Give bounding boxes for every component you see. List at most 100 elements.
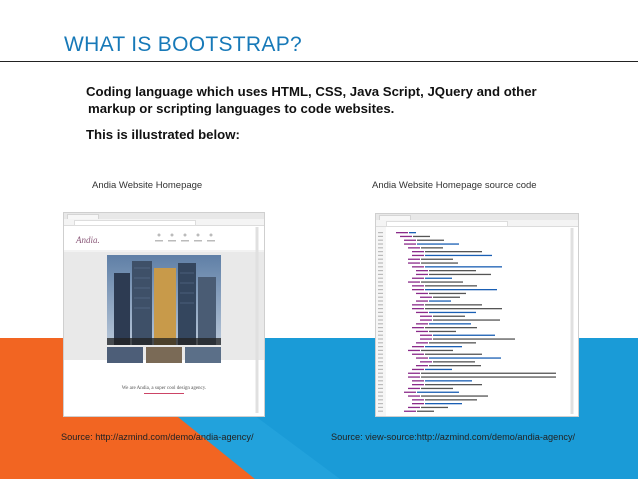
code-tag xyxy=(408,258,420,260)
code-tag xyxy=(412,327,424,329)
code-text xyxy=(425,399,477,401)
homepage-screenshot: Andia. We are Andia, a super cool design… xyxy=(63,212,265,417)
line-number xyxy=(378,243,383,245)
tagline-underline xyxy=(144,393,184,394)
line-number xyxy=(378,380,383,382)
code-tag xyxy=(416,365,428,367)
code-tag xyxy=(412,289,424,291)
code-tag xyxy=(404,239,416,241)
code-text xyxy=(433,296,460,298)
code-tag xyxy=(396,232,408,234)
homepage-render: Andia. We are Andia, a super cool design… xyxy=(64,227,264,413)
code-text xyxy=(429,292,466,295)
code-text xyxy=(429,311,476,314)
code-tag xyxy=(408,376,420,378)
thumbnail-2 xyxy=(146,347,182,363)
code-text xyxy=(417,391,459,393)
code-text xyxy=(425,346,462,348)
code-text xyxy=(425,368,452,371)
code-text xyxy=(429,330,456,333)
code-tag xyxy=(412,308,424,310)
code-text xyxy=(425,254,492,257)
code-tag xyxy=(416,311,428,314)
code-text xyxy=(421,281,463,283)
line-number xyxy=(378,391,383,393)
code-text xyxy=(433,334,495,336)
code-text xyxy=(429,300,451,302)
code-tag xyxy=(412,384,424,386)
code-text xyxy=(409,232,416,234)
code-tag xyxy=(412,380,424,382)
code-tag xyxy=(412,266,424,268)
line-number xyxy=(378,296,383,298)
line-number xyxy=(378,266,383,268)
code-tag xyxy=(416,300,428,302)
site-logo: Andia. xyxy=(75,235,100,245)
code-text xyxy=(421,395,488,397)
line-number xyxy=(378,308,383,310)
code-tag xyxy=(420,315,432,317)
code-tag xyxy=(404,391,416,393)
line-number xyxy=(378,342,383,344)
code-tag xyxy=(412,353,424,355)
line-number xyxy=(378,346,383,348)
code-text xyxy=(421,387,453,390)
code-tag xyxy=(408,247,420,249)
code-tag xyxy=(420,319,432,321)
line-number xyxy=(378,376,383,378)
code-text xyxy=(425,380,472,382)
code-tag xyxy=(408,349,420,352)
code-tag xyxy=(412,285,424,287)
line-number xyxy=(378,365,383,367)
code-text xyxy=(417,243,459,245)
code-tag xyxy=(412,304,424,306)
line-number xyxy=(378,311,383,313)
code-tag xyxy=(408,406,420,409)
line-number xyxy=(378,361,383,363)
line-number xyxy=(378,387,383,389)
code-text xyxy=(425,384,482,386)
line-number xyxy=(378,300,383,302)
hero-caption-bar xyxy=(107,338,221,345)
caption-homepage: Andia Website Homepage xyxy=(92,180,203,191)
code-tag xyxy=(420,338,432,340)
source-code-screenshot xyxy=(375,213,579,417)
code-tag xyxy=(416,330,428,333)
code-text xyxy=(425,277,452,279)
line-number xyxy=(378,338,383,340)
line-number xyxy=(378,235,383,237)
line-number xyxy=(378,410,383,412)
source-left: Source: http://azmind.com/demo/andia-age… xyxy=(61,432,254,442)
body-line-1: Coding language which uses HTML, CSS, Ja… xyxy=(86,84,537,99)
code-text xyxy=(429,365,481,367)
code-tag xyxy=(416,323,428,325)
line-number xyxy=(378,323,383,325)
line-number xyxy=(378,232,383,234)
line-number xyxy=(378,349,383,351)
line-number xyxy=(378,292,383,294)
line-number xyxy=(378,399,383,401)
code-tag xyxy=(408,395,420,397)
code-text xyxy=(425,308,502,310)
line-number xyxy=(378,403,383,405)
code-text xyxy=(421,406,448,409)
code-text xyxy=(421,376,556,378)
code-tag xyxy=(420,296,432,298)
line-number xyxy=(378,368,383,370)
line-number xyxy=(378,277,383,279)
code-tag xyxy=(416,270,428,272)
code-tag xyxy=(404,410,416,412)
code-tag xyxy=(420,334,432,336)
code-text xyxy=(429,323,471,325)
line-number xyxy=(378,353,383,355)
thumbnail-3 xyxy=(185,347,221,363)
line-number xyxy=(378,270,383,272)
code-tag xyxy=(420,361,432,363)
source-code-render xyxy=(376,227,574,416)
line-number xyxy=(378,254,383,256)
code-text xyxy=(425,251,482,253)
code-text xyxy=(433,319,500,321)
slide-title: WHAT IS BOOTSTRAP? xyxy=(64,33,302,56)
nav-icons xyxy=(155,233,215,242)
line-number xyxy=(378,304,383,306)
